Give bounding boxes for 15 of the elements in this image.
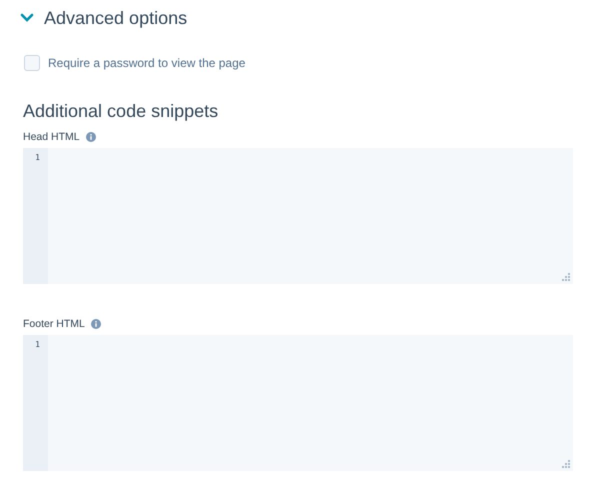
section-title: Advanced options: [44, 8, 188, 28]
section-heading: Additional code snippets: [23, 101, 220, 122]
line-number: 1: [34, 152, 41, 164]
line-number: 1: [34, 339, 41, 351]
resize-handle-icon[interactable]: [562, 460, 570, 468]
password-checkbox[interactable]: [24, 55, 40, 71]
info-icon[interactable]: [90, 319, 101, 329]
field-label: Head HTML: [23, 131, 80, 143]
code-editor[interactable]: 1: [23, 335, 573, 471]
checkbox-label: Require a password to view the page: [48, 56, 246, 70]
info-icon[interactable]: [86, 132, 96, 142]
code-editor[interactable]: 1: [23, 148, 573, 284]
resize-handle-icon[interactable]: [562, 273, 570, 281]
field-label: Footer HTML: [23, 318, 85, 330]
chevron-icon[interactable]: [20, 13, 34, 23]
